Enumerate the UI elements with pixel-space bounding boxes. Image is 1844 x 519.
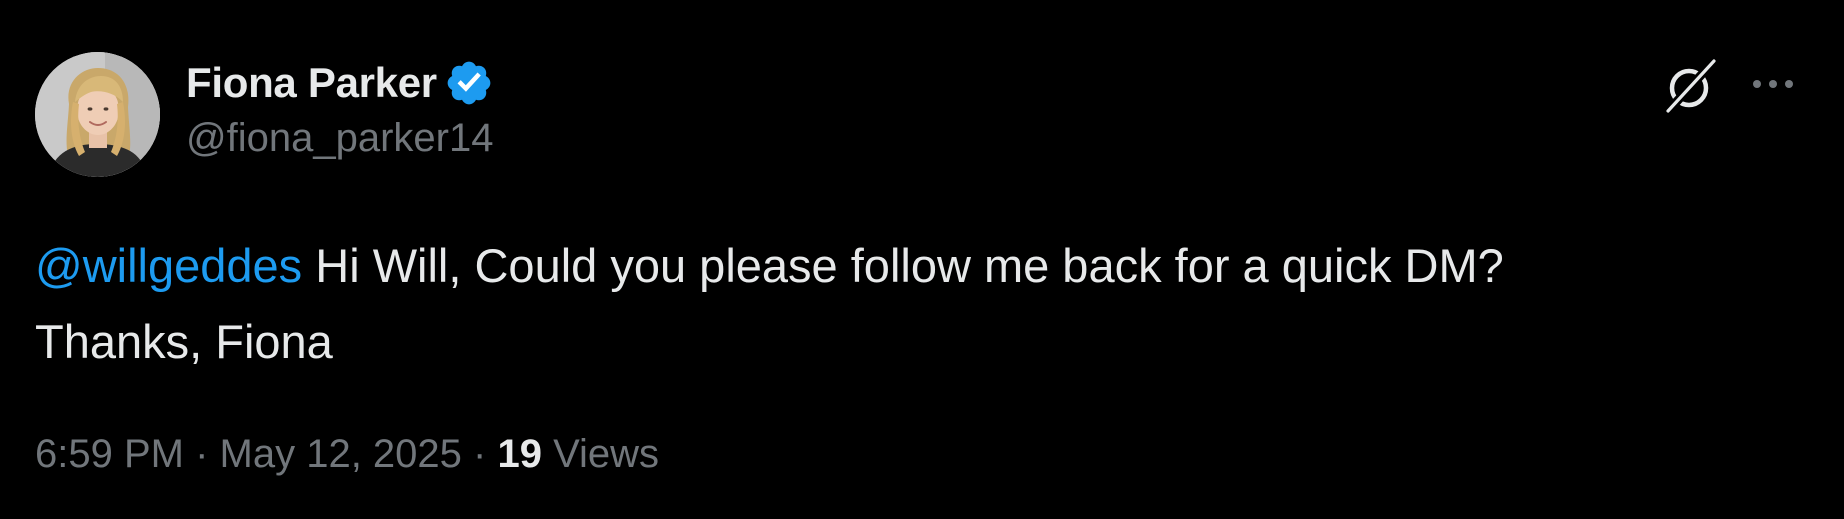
author-display-name[interactable]: Fiona Parker [186, 59, 437, 107]
meta-separator: · [461, 432, 498, 476]
meta-separator: · [183, 432, 220, 476]
more-dots-icon [1753, 80, 1793, 88]
verified-badge-icon[interactable] [444, 58, 494, 108]
avatar-image [35, 52, 160, 177]
author-avatar[interactable] [35, 52, 160, 177]
tweet-text: @willgeddes Hi Will, Could you please fo… [35, 228, 1795, 380]
mention-link[interactable]: @willgeddes [35, 239, 302, 292]
views-count: 19 [497, 432, 542, 476]
grok-button[interactable] [1660, 55, 1722, 117]
author-name-row: Fiona Parker [186, 58, 494, 108]
tweet: Fiona Parker @fiona_parker14 @willgeddes… [0, 0, 1844, 519]
more-options-button[interactable] [1748, 66, 1798, 102]
views-label: Views [541, 432, 660, 476]
tweet-meta: 6:59 PM · May 12, 2025 · 19 Views [35, 432, 659, 477]
grok-icon [1663, 56, 1719, 116]
author-handle[interactable]: @fiona_parker14 [186, 116, 494, 161]
author-info: Fiona Parker @fiona_parker14 [186, 58, 494, 161]
tweet-date[interactable]: May 12, 2025 [220, 432, 462, 476]
tweet-time[interactable]: 6:59 PM [35, 432, 184, 476]
